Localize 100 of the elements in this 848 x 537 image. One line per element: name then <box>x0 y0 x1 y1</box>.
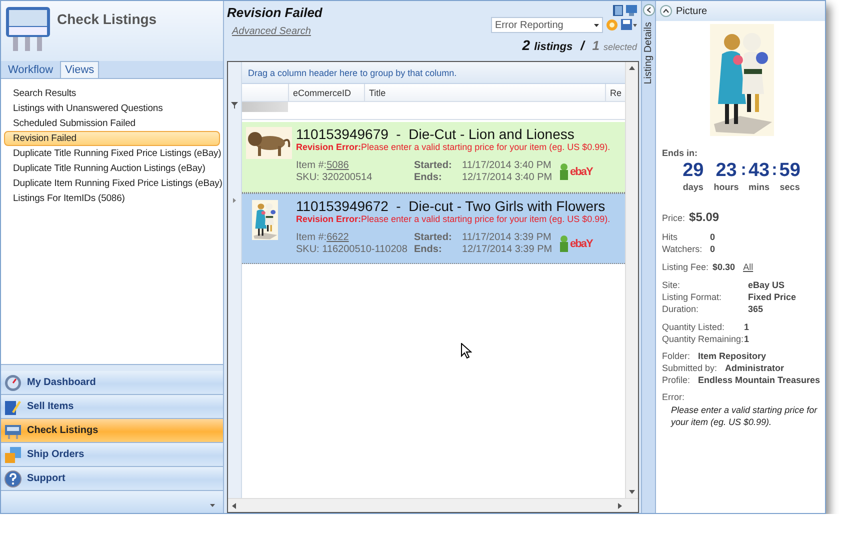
field-label: Folder: <box>662 351 690 361</box>
save-icon[interactable] <box>621 19 637 31</box>
sku: SKU: 116200510-110208 <box>296 244 408 255</box>
scrollbar[interactable] <box>625 62 638 498</box>
ends-date: 12/17/2014 3:40 PM <box>462 172 554 183</box>
scroll-down-icon[interactable] <box>629 490 635 494</box>
field-label: Site: <box>662 280 682 290</box>
item-number: Item #:5086 <box>296 160 350 171</box>
caret-icon[interactable] <box>210 504 215 507</box>
countdown-value: 59 <box>779 160 800 182</box>
field-value: Administrator <box>725 363 784 373</box>
item-link[interactable]: 5086 <box>326 160 349 171</box>
countdown-unit: hours <box>714 182 739 192</box>
listing-row[interactable] <box>242 193 625 264</box>
listing-count: 2 <box>522 37 530 53</box>
listing-title: 110153949679 - Die-Cut - Lion and Lioness <box>296 126 576 142</box>
select-value: Error Reporting <box>495 20 564 30</box>
field-value: Fixed Price <box>748 292 798 302</box>
nav-item[interactable]: Sell Items <box>1 395 223 419</box>
device-icon <box>5 5 51 53</box>
started-label: Started: <box>414 160 453 171</box>
field-value: 365 <box>748 304 764 314</box>
collapse-button[interactable] <box>642 4 654 16</box>
view-item[interactable]: Scheduled Submission Failed <box>4 116 220 131</box>
ends-date: 12/17/2014 3:39 PM <box>462 244 554 255</box>
price-value: $5.09 <box>689 210 720 224</box>
field-value: eBay US <box>748 280 786 290</box>
view-item[interactable]: Listings with Unanswered Questions <box>4 101 220 116</box>
ebay-logo: ebaY <box>558 234 592 252</box>
view-item[interactable]: Search Results <box>4 86 220 101</box>
page-title: Revision Failed <box>227 5 324 20</box>
time-separator: : <box>772 160 778 181</box>
field-value: Endless Mountain Treasures <box>698 375 820 385</box>
all-link[interactable]: All <box>743 262 754 272</box>
listing-row[interactable] <box>242 122 625 193</box>
stat-label: Watchers: <box>662 244 704 254</box>
sku: SKU: 320200514 <box>296 172 374 183</box>
filter-icon[interactable] <box>231 102 238 109</box>
report-select[interactable]: Error Reporting <box>491 17 603 33</box>
tab[interactable]: Workflow <box>3 61 58 78</box>
ebay-logo: ebaY <box>558 162 592 180</box>
field-value: 1 <box>744 334 750 344</box>
view-item[interactable]: Listings For ItemIDs (5086) <box>4 191 220 206</box>
field-label: Quantity Remaining: <box>662 334 744 344</box>
nav-item[interactable]: Check Listings <box>1 419 223 443</box>
column-header[interactable]: eCommerceID <box>288 84 364 101</box>
field-label: Quantity Listed: <box>662 322 726 332</box>
started-date: 11/17/2014 3:40 PM <box>462 160 552 171</box>
scroll-up-icon[interactable] <box>629 66 635 70</box>
item-link[interactable]: 6622 <box>326 232 349 243</box>
stat-label: Hits <box>662 232 678 242</box>
field-label: Duration: <box>662 304 700 314</box>
ends-label: Ends: <box>414 172 443 183</box>
column-header[interactable]: Title <box>364 84 605 101</box>
view-item[interactable]: Duplicate Item Running Fixed Price Listings (eBay) <box>4 176 220 191</box>
filter-cell[interactable] <box>242 102 288 112</box>
boxes-icon <box>4 446 22 464</box>
section-title: Picture <box>676 6 708 16</box>
error-text: Please enter a valid starting price for your item (eg. US $0.99). <box>670 404 818 428</box>
side-tab[interactable]: Listing Details <box>643 22 654 84</box>
countdown-unit: days <box>682 182 704 192</box>
row-indicator-icon <box>233 198 236 203</box>
scroll-left-icon[interactable] <box>232 502 236 508</box>
fee-label: Listing Fee: <box>662 262 709 272</box>
tab[interactable]: Views <box>60 61 100 78</box>
nav-item[interactable]: Support <box>1 467 223 491</box>
price-label: Price: <box>662 213 686 223</box>
cursor-icon <box>461 343 472 359</box>
scroll-right-icon[interactable] <box>618 502 622 508</box>
time-separator: : <box>740 160 746 181</box>
panel-title: Check Listings <box>57 11 157 27</box>
countdown-value: 23 <box>716 160 737 182</box>
field-label: Listing Format: <box>662 292 723 302</box>
collapse-button[interactable] <box>660 5 672 17</box>
countdown-value: 43 <box>748 160 770 182</box>
gauge-icon <box>4 374 22 392</box>
field-value: 1 <box>744 322 750 332</box>
caret-icon <box>594 24 599 26</box>
book-icon[interactable] <box>613 5 623 16</box>
stat-value: 0 <box>710 244 716 254</box>
nav-item[interactable]: Ship Orders <box>1 443 223 467</box>
started-date: 11/17/2014 3:39 PM <box>462 232 552 243</box>
view-item[interactable]: Duplicate Title Running Fixed Price Listings (eBay) <box>4 146 220 161</box>
error-label: Error: <box>662 392 686 402</box>
error-message: Revision Error:Please enter a valid starting price for your item (eg. US $0.99). <box>296 214 612 224</box>
help-icon <box>4 470 22 488</box>
started-label: Started: <box>414 232 453 243</box>
nav-item[interactable]: My Dashboard <box>1 371 223 395</box>
view-item[interactable]: Duplicate Title Running Auction Listings (eBay) <box>4 161 220 176</box>
field-label: Submitted by: <box>662 363 718 373</box>
advanced-search-link[interactable]: Advanced Search <box>232 26 311 37</box>
separator: / <box>580 38 584 53</box>
fee-value: $0.30 <box>712 262 736 272</box>
chevron-up-icon <box>663 9 669 13</box>
scrollbar[interactable] <box>228 498 638 512</box>
stat-value: 0 <box>710 232 716 242</box>
listing-title: 110153949672 - Die-cut - Two Girls with Flowers <box>296 198 606 214</box>
monitor-icon[interactable] <box>626 5 637 16</box>
view-item[interactable]: Revision Failed <box>4 131 220 146</box>
error-message: Revision Error:Please enter a valid starting price for your item (eg. US $0.99). <box>296 142 612 152</box>
